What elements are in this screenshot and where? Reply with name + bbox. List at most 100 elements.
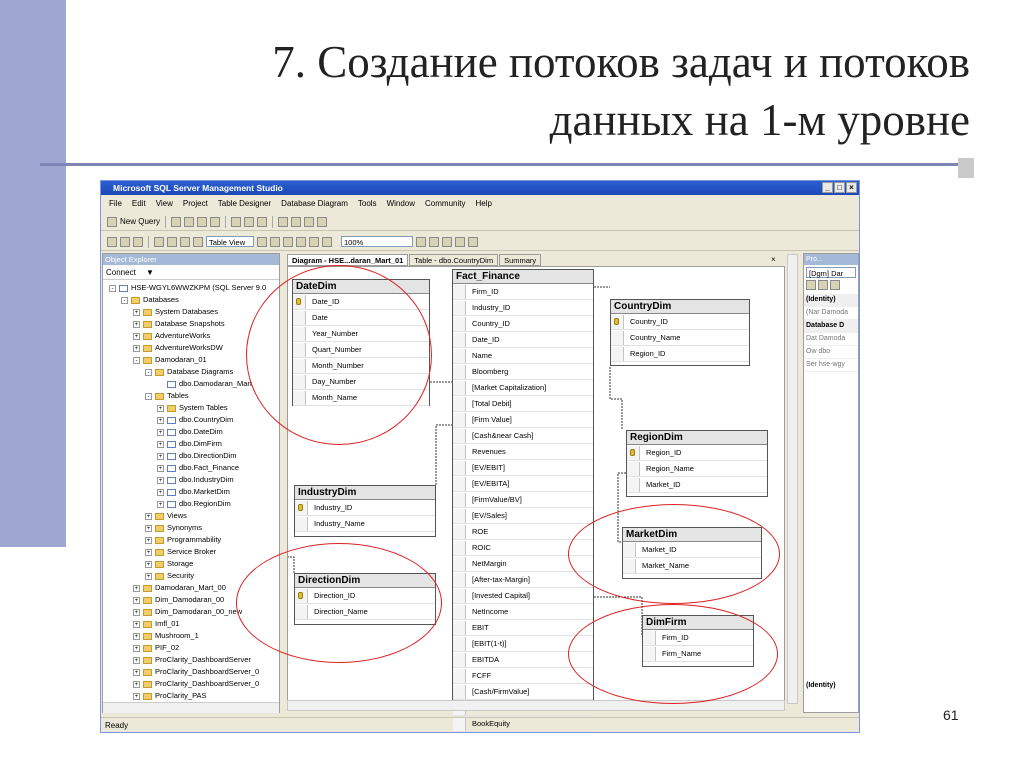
tree-node[interactable]: - Databases [121, 294, 179, 306]
column-row[interactable]: Country_ID [453, 316, 593, 332]
close-icon[interactable]: × [846, 182, 857, 193]
object-explorer-icon[interactable] [291, 216, 302, 227]
expand-icon[interactable]: + [133, 632, 140, 640]
minimize-icon[interactable]: _ [822, 182, 833, 193]
expand-icon[interactable]: + [157, 452, 164, 460]
new-table-icon[interactable] [120, 236, 130, 247]
maximize-icon[interactable]: □ [834, 182, 845, 193]
menu-item-view[interactable]: View [156, 197, 173, 211]
expand-icon[interactable]: + [157, 500, 164, 508]
tree-node[interactable]: - Damodaran_01 [133, 354, 207, 366]
tree-node[interactable]: + Security [145, 570, 194, 582]
tab-1[interactable]: Table - dbo.CountryDim [409, 254, 499, 266]
table-box-regiondim[interactable]: RegionDim Region_ID Region_Name Market_ID [626, 430, 768, 497]
collapse-icon[interactable]: - [145, 392, 152, 400]
diagram-vertical-scrollbar[interactable] [787, 254, 798, 704]
column-row[interactable]: NetIncome [453, 604, 593, 620]
tree-node[interactable]: + AdventureWorksDW [133, 342, 223, 354]
properties-icon[interactable] [317, 216, 328, 227]
table-box-countrydim[interactable]: CountryDim Country_ID Country_Name Region_I… [610, 299, 750, 366]
menu-item-help[interactable]: Help [475, 197, 491, 211]
insert-column-icon[interactable] [193, 236, 203, 247]
column-row[interactable]: EBIT [453, 620, 593, 636]
column-row[interactable]: Industry_ID [295, 500, 435, 516]
column-row[interactable]: [FirmValue/BV] [453, 492, 593, 508]
table-box-industrydim[interactable]: IndustryDim Industry_ID Industry_Name [294, 485, 436, 537]
column-row[interactable]: Firm_ID [453, 284, 593, 300]
property-row[interactable]: Dat Damoda [804, 333, 858, 346]
analysis-query-icon[interactable] [197, 216, 208, 227]
horizontal-scrollbar[interactable] [103, 702, 279, 713]
menu-item-file[interactable]: File [109, 197, 122, 211]
expand-icon[interactable]: + [133, 644, 140, 652]
menu-item-community[interactable]: Community [425, 197, 465, 211]
expand-icon[interactable]: + [133, 680, 140, 688]
new-file-icon[interactable] [171, 216, 182, 227]
collapse-icon[interactable]: - [145, 368, 152, 376]
tree-node[interactable]: + dbo.CountryDim [157, 414, 233, 426]
tree-node[interactable]: + ProClarity_DashboardServer_0 [133, 666, 259, 678]
tree-node[interactable]: + dbo.RegionDim [157, 498, 231, 510]
expand-icon[interactable]: + [145, 572, 152, 580]
expand-icon[interactable]: + [145, 512, 152, 520]
collapse-icon[interactable]: - [133, 356, 140, 364]
expand-icon[interactable]: + [157, 476, 164, 484]
relationship-line[interactable] [435, 424, 452, 485]
tree-node[interactable]: + ProClarity_PAS [133, 690, 207, 702]
expand-icon[interactable]: + [157, 428, 164, 436]
collapse-icon[interactable]: - [109, 284, 116, 292]
diagram-horizontal-scrollbar[interactable] [287, 700, 785, 711]
view-page-breaks-icon[interactable] [416, 236, 426, 247]
tree-node[interactable]: - Tables [145, 390, 189, 402]
tree-node[interactable]: + ProClarity_DashboardServer [133, 654, 251, 666]
new-query-icon[interactable] [107, 216, 117, 227]
column-row[interactable]: [EV/EBITA] [453, 476, 593, 492]
menu-item-window[interactable]: Window [387, 197, 415, 211]
tree-node[interactable]: + Dim_Damodaran_00_new [133, 606, 242, 618]
tree-node[interactable]: dbo.Damodaran_Mart [157, 378, 252, 390]
column-row[interactable]: [Invested Capital] [453, 588, 593, 604]
column-row[interactable]: Country_Name [611, 330, 749, 346]
column-row[interactable]: Country_ID [611, 314, 749, 330]
arrange-tables-icon[interactable] [322, 236, 332, 247]
tree-node[interactable]: - Database Diagrams [145, 366, 233, 378]
alphabetical-icon[interactable] [818, 280, 828, 290]
expand-icon[interactable]: + [133, 656, 140, 664]
close-tab-icon[interactable]: × [771, 255, 776, 264]
tree-node[interactable]: + Database Snapshots [133, 318, 225, 330]
text-annotation-icon[interactable] [309, 236, 319, 247]
autosize-tables-icon[interactable] [442, 236, 452, 247]
template-explorer-icon[interactable] [304, 216, 315, 227]
tree-node[interactable]: + Views [145, 510, 187, 522]
primary-key-icon[interactable] [180, 236, 190, 247]
expand-icon[interactable]: + [133, 608, 140, 616]
tree-node[interactable]: + System Databases [133, 306, 218, 318]
tree-node[interactable]: + AdventureWorks [133, 330, 210, 342]
tree-node[interactable]: + Storage [145, 558, 193, 570]
expand-icon[interactable]: + [133, 320, 140, 328]
generate-script-icon[interactable] [296, 236, 306, 247]
zoom-dropdown[interactable]: 100% [341, 236, 413, 247]
column-row[interactable]: [Total Debit] [453, 396, 593, 412]
column-row[interactable]: [EV/Sales] [453, 508, 593, 524]
expand-icon[interactable]: + [157, 464, 164, 472]
tree-node[interactable]: + PIF_02 [133, 642, 179, 654]
property-row[interactable]: Database D [804, 320, 858, 333]
tree-node[interactable]: + System Tables [157, 402, 228, 414]
tab-0[interactable]: Diagram - HSE...daran_Mart_01 [287, 254, 409, 266]
connect-button[interactable]: Connect [106, 268, 136, 277]
expand-icon[interactable]: + [133, 344, 140, 352]
column-row[interactable]: Name [453, 348, 593, 364]
column-row[interactable]: Date_ID [453, 332, 593, 348]
add-related-icon[interactable] [133, 236, 143, 247]
column-row[interactable]: [EV/EBIT] [453, 460, 593, 476]
tree-node[interactable]: + Dim_Damodaran_00 [133, 594, 224, 606]
tree-node[interactable]: + Programmability [145, 534, 221, 546]
tree-node[interactable]: + dbo.MarketDim [157, 486, 230, 498]
column-row[interactable]: Region_ID [627, 445, 767, 461]
tab-2[interactable]: Summary [499, 254, 542, 266]
property-pages-icon[interactable] [830, 280, 840, 290]
expand-icon[interactable]: + [145, 524, 152, 532]
mdx-query-icon[interactable] [210, 216, 221, 227]
expand-icon[interactable]: + [145, 536, 152, 544]
